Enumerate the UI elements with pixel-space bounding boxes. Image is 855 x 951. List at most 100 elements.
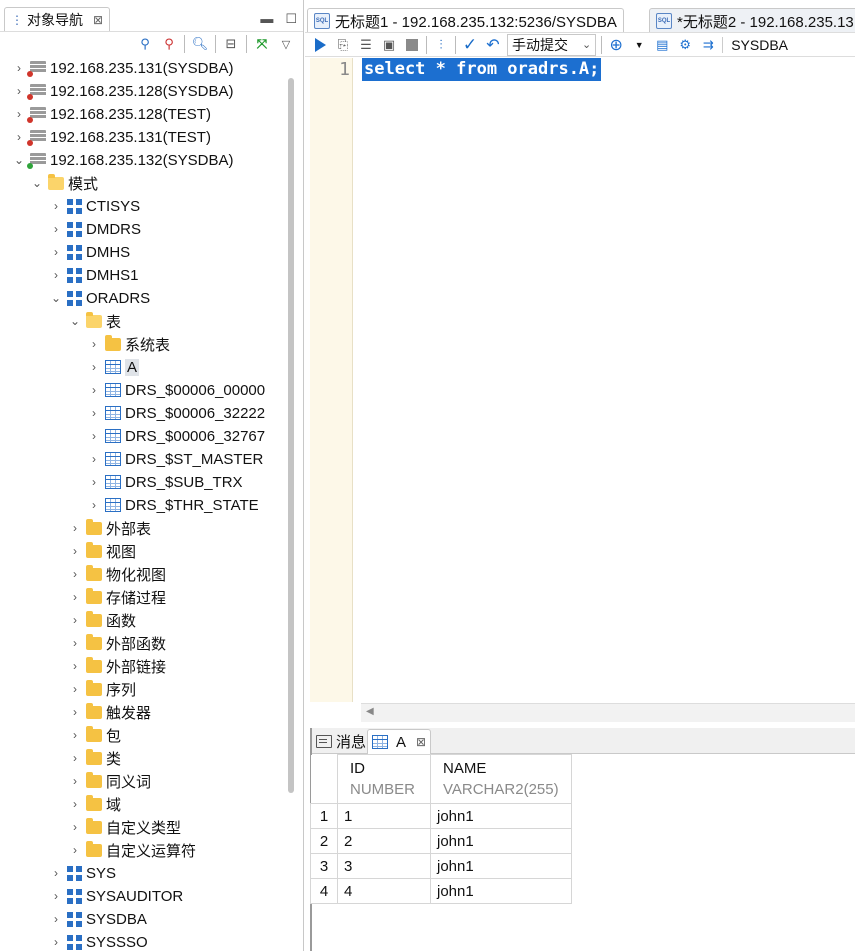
sql-code-line[interactable]: select * from oradrs.A; <box>362 58 602 81</box>
chevron-right-icon[interactable]: › <box>68 659 82 673</box>
target-icon[interactable]: ⊕ <box>607 36 625 54</box>
execute-script-icon[interactable]: ☰ <box>357 36 375 54</box>
close-icon[interactable]: ⊠ <box>416 735 426 749</box>
tree-item[interactable]: › 外部链接 <box>68 655 166 677</box>
execute-icon[interactable] <box>311 36 329 54</box>
tree-item[interactable]: ⌄ 192.168.235.132(SYSDBA) <box>12 149 233 171</box>
chevron-right-icon[interactable]: › <box>68 751 82 765</box>
chevron-right-icon[interactable]: › <box>68 567 82 581</box>
transfer-icon[interactable]: ⇉ <box>699 36 717 54</box>
table-row[interactable]: 4 4 john1 <box>310 878 572 904</box>
dropdown-arrow-icon[interactable]: ▼ <box>630 36 648 54</box>
tree-item[interactable]: › 同义词 <box>68 770 151 792</box>
chevron-right-icon[interactable]: › <box>68 705 82 719</box>
tree-item[interactable]: › 192.168.235.131(TEST) <box>12 126 211 148</box>
chevron-right-icon[interactable]: › <box>68 774 82 788</box>
tree-item[interactable]: › 存储过程 <box>68 586 166 608</box>
name-cell[interactable]: john1 <box>430 803 572 829</box>
tree-item[interactable]: ⌄ 模式 <box>30 172 98 194</box>
chevron-right-icon[interactable]: › <box>68 797 82 811</box>
tree-item[interactable]: › DMHS <box>49 241 130 263</box>
table-row[interactable]: 2 2 john1 <box>310 828 572 854</box>
chevron-right-icon[interactable]: › <box>68 590 82 604</box>
tree-item[interactable]: › DRS_$00006_32222 <box>87 402 265 424</box>
table-row[interactable]: 3 3 john1 <box>310 853 572 879</box>
search-icon[interactable]: 🔍︎ <box>191 35 209 53</box>
tab-editor-1[interactable]: SQL 无标题1 - 192.168.235.132:5236/SYSDBA <box>307 8 624 33</box>
chevron-right-icon[interactable]: › <box>87 360 101 374</box>
tree-item[interactable]: ⌄ 表 <box>68 310 121 332</box>
tree-item[interactable]: › 系统表 <box>87 333 170 355</box>
id-cell[interactable]: 1 <box>337 803 431 829</box>
column-header-name[interactable]: NAME VARCHAR2(255) <box>430 754 572 804</box>
tree-item[interactable]: › A <box>87 356 140 378</box>
view-menu-icon[interactable]: ▽ <box>277 35 295 53</box>
stop-icon[interactable] <box>403 36 421 54</box>
tree-item[interactable]: › 外部函数 <box>68 632 166 654</box>
row-number-cell[interactable]: 4 <box>310 878 338 904</box>
scroll-left-icon[interactable]: ◀ <box>366 706 374 717</box>
chevron-right-icon[interactable]: › <box>49 245 63 259</box>
chevron-down-icon[interactable]: ⌄ <box>49 291 63 305</box>
chevron-right-icon[interactable]: › <box>68 544 82 558</box>
tree-item[interactable]: › DRS_$00006_32767 <box>87 425 265 447</box>
tree-item[interactable]: › 函数 <box>68 609 136 631</box>
format-icon[interactable]: ▤ <box>653 36 671 54</box>
chevron-right-icon[interactable]: › <box>12 84 26 98</box>
chevron-right-icon[interactable]: › <box>87 475 101 489</box>
tree-item[interactable]: › 自定义运算符 <box>68 839 196 861</box>
tree-item[interactable]: › 类 <box>68 747 121 769</box>
tab-messages[interactable]: 消息 <box>312 729 370 753</box>
tree-item[interactable]: › 192.168.235.128(SYSDBA) <box>12 80 233 102</box>
close-icon[interactable]: ⊠ <box>93 13 103 27</box>
tree-item[interactable]: › DMHS1 <box>49 264 139 286</box>
tree-item[interactable]: › 域 <box>68 793 121 815</box>
chevron-right-icon[interactable]: › <box>49 199 63 213</box>
row-number-cell[interactable]: 3 <box>310 853 338 879</box>
chevron-right-icon[interactable]: › <box>68 843 82 857</box>
tree-item[interactable]: › SYSAUDITOR <box>49 885 183 907</box>
column-header-id[interactable]: ID NUMBER <box>337 754 431 804</box>
current-schema-label[interactable]: SYSDBA <box>722 36 788 53</box>
chevron-right-icon[interactable]: › <box>68 682 82 696</box>
chevron-right-icon[interactable]: › <box>87 452 101 466</box>
tree-item[interactable]: › 192.168.235.131(SYSDBA) <box>12 57 233 79</box>
explain-icon[interactable]: ⫶ <box>432 36 450 54</box>
tree-item[interactable]: › 序列 <box>68 678 136 700</box>
chevron-right-icon[interactable]: › <box>87 429 101 443</box>
chevron-down-icon[interactable]: ⌄ <box>12 153 26 167</box>
tree-item[interactable]: › CTISYS <box>49 195 140 217</box>
tree-item[interactable]: › 外部表 <box>68 517 151 539</box>
minimize-icon[interactable]: ▬ <box>260 11 273 27</box>
editor-horizontal-scrollbar[interactable] <box>361 703 855 722</box>
connect-icon[interactable]: ⚲ <box>136 35 154 53</box>
chevron-right-icon[interactable]: › <box>68 521 82 535</box>
chevron-right-icon[interactable]: › <box>12 61 26 75</box>
name-cell[interactable]: john1 <box>430 853 572 879</box>
tree-item[interactable]: › SYS <box>49 862 116 884</box>
chevron-right-icon[interactable]: › <box>87 383 101 397</box>
tree-item[interactable]: › DRS_$THR_STATE <box>87 494 259 516</box>
row-number-cell[interactable]: 1 <box>310 803 338 829</box>
tree-item[interactable]: › 192.168.235.128(TEST) <box>12 103 211 125</box>
sql-editor-area[interactable] <box>361 58 855 702</box>
chevron-right-icon[interactable]: › <box>49 268 63 282</box>
id-cell[interactable]: 3 <box>337 853 431 879</box>
tab-result-a[interactable]: A ⊠ <box>367 729 432 755</box>
tree-item[interactable]: › DRS_$ST_MASTER <box>87 448 263 470</box>
debug-icon[interactable]: ⚙ <box>676 36 694 54</box>
tree-item[interactable]: › SYSSSO <box>49 931 148 951</box>
tree-item[interactable]: › DMDRS <box>49 218 141 240</box>
name-cell[interactable]: john1 <box>430 878 572 904</box>
commit-mode-select[interactable]: 手动提交 ⌄ <box>507 33 597 56</box>
tree-item[interactable]: › DRS_$SUB_TRX <box>87 471 243 493</box>
tab-object-navigator[interactable]: ⋮ 对象导航 ⊠ <box>4 7 111 32</box>
collapse-all-icon[interactable]: ⊟ <box>222 35 240 53</box>
navigator-scrollbar[interactable] <box>288 78 294 793</box>
tree-item[interactable]: › SYSDBA <box>49 908 147 930</box>
row-number-cell[interactable]: 2 <box>310 828 338 854</box>
chevron-right-icon[interactable]: › <box>68 820 82 834</box>
tree-item[interactable]: › 自定义类型 <box>68 816 181 838</box>
tree-item[interactable]: › 视图 <box>68 540 136 562</box>
chevron-right-icon[interactable]: › <box>49 222 63 236</box>
